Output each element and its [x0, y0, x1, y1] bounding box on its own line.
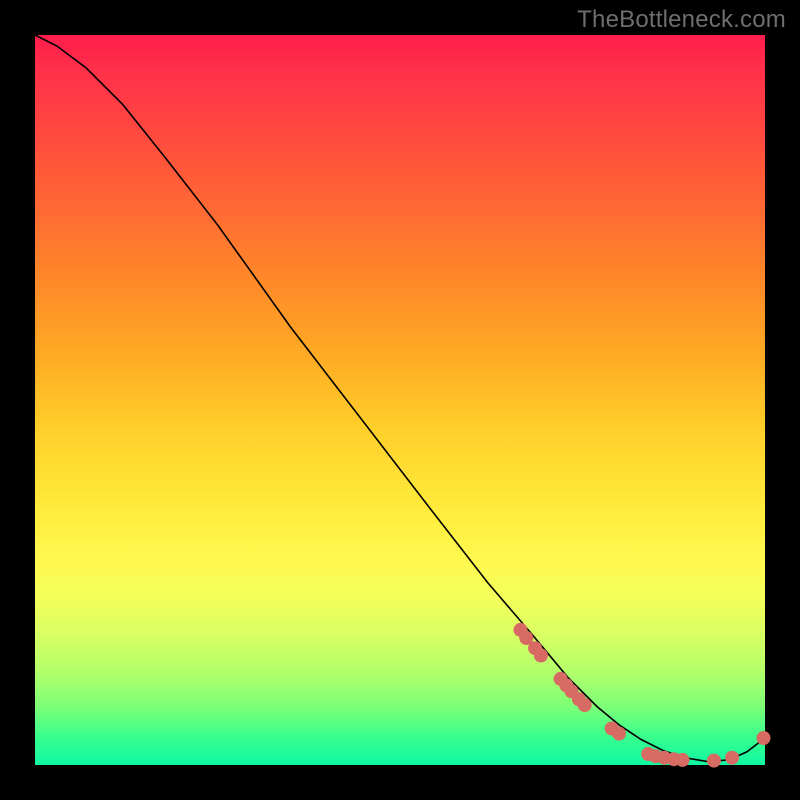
watermark-text: TheBottleneck.com: [577, 6, 786, 34]
chart-stage: TheBottleneck.com: [0, 0, 800, 800]
curve-layer: [35, 35, 765, 765]
data-marker: [534, 649, 548, 663]
data-marker: [757, 731, 771, 745]
data-marker: [578, 698, 592, 712]
data-marker: [676, 753, 690, 767]
data-marker: [725, 751, 739, 765]
data-marker: [612, 727, 626, 741]
data-marker: [707, 754, 721, 768]
bottleneck-curve: [35, 35, 765, 761]
plot-area: [35, 35, 765, 765]
